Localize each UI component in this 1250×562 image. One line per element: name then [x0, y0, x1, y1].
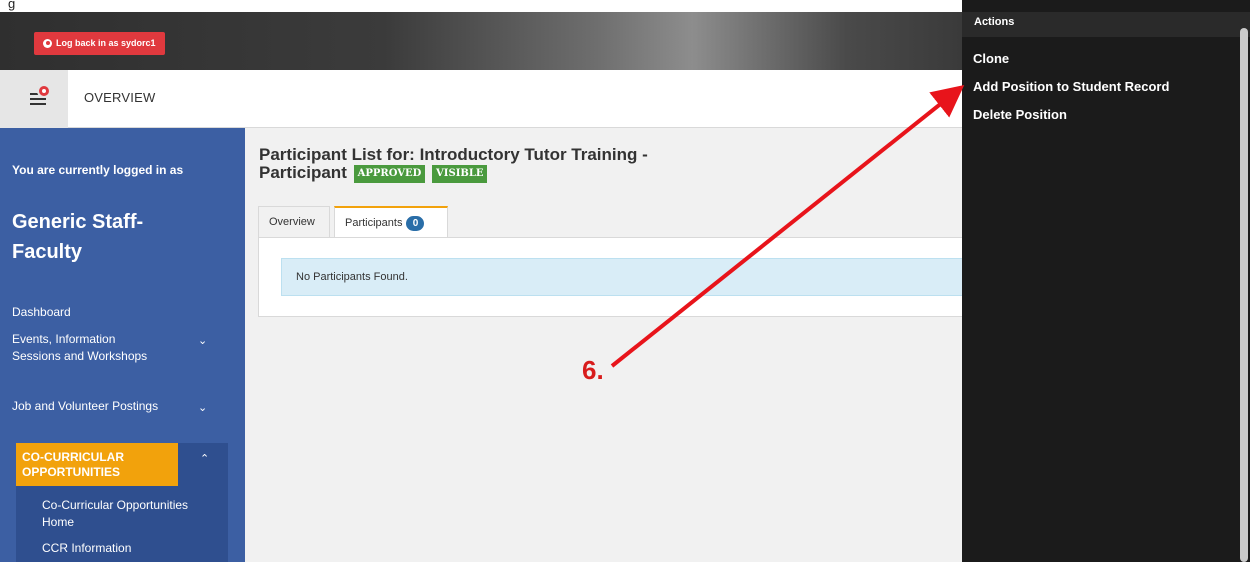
sidebar-section-co-curricular: CO-CURRICULAR OPPORTUNITIES ⌃ Co-Curricu… — [16, 443, 228, 562]
delete-position-action[interactable]: Delete Position — [973, 107, 1067, 122]
actions-panel: Actions Clone Add Position to Student Re… — [962, 0, 1250, 562]
sidebar-item-label: Job and Volunteer Postings — [12, 399, 159, 413]
chevron-down-icon: ⌄ — [198, 402, 208, 414]
top-banner: Log back in as sydorc1 — [0, 12, 962, 70]
sidebar-item-job-postings[interactable]: Job and Volunteer Postings ⌄ — [12, 398, 212, 415]
clipped-text: g — [8, 0, 16, 11]
page-title: Participant List for: Introductory Tutor… — [259, 146, 739, 183]
sidebar-subitem-co-curricular-home[interactable]: Co-Curricular Opportunities Home — [42, 497, 222, 531]
empty-state-alert: No Participants Found. — [281, 258, 963, 296]
sidebar-subitem-ccr-information[interactable]: CCR Information — [42, 540, 222, 557]
actions-header: Actions — [962, 12, 1250, 37]
tab-label: Participants — [345, 217, 403, 229]
sidebar-item-events[interactable]: Events, Information Sessions and Worksho… — [12, 331, 212, 365]
user-name: Generic Staff-Faculty — [12, 211, 144, 263]
notification-badge — [37, 84, 51, 98]
overview-link[interactable]: OVERVIEW — [84, 90, 155, 105]
chevron-up-icon: ⌃ — [200, 453, 210, 465]
sidebar: You are currently logged in as Generic S… — [0, 128, 245, 562]
log-back-in-label: Log back in as sydorc1 — [56, 38, 156, 48]
add-position-to-student-record-action[interactable]: Add Position to Student Record — [973, 79, 1169, 94]
participants-panel: No Participants Found. — [258, 237, 963, 317]
tab-participants[interactable]: Participants 0 — [334, 206, 448, 237]
sidebar-item-label: Events, Information Sessions and Worksho… — [12, 332, 148, 363]
user-icon — [43, 39, 52, 48]
status-badge-approved: APPROVED — [353, 164, 426, 183]
logged-in-text: You are currently logged in as — [12, 163, 184, 177]
tab-label: Overview — [269, 216, 315, 228]
status-badge-visible: VISIBLE — [432, 164, 488, 183]
clone-action[interactable]: Clone — [973, 51, 1009, 66]
scrollbar[interactable] — [1240, 28, 1248, 562]
sidebar-item-co-curricular[interactable]: CO-CURRICULAR OPPORTUNITIES — [16, 443, 178, 486]
participant-count-badge: 0 — [406, 215, 425, 231]
chevron-down-icon: ⌄ — [198, 335, 208, 347]
annotation-step-label: 6. — [582, 355, 604, 385]
actions-title: Actions — [974, 16, 1015, 28]
main-content: Participant List for: Introductory Tutor… — [245, 128, 963, 562]
sidebar-item-dashboard[interactable]: Dashboard — [12, 304, 212, 321]
sidebar-item-label: CO-CURRICULAR OPPORTUNITIES — [22, 450, 124, 479]
log-back-in-button[interactable]: Log back in as sydorc1 — [34, 32, 165, 55]
menu-button[interactable] — [0, 70, 68, 128]
header: OVERVIEW — [0, 70, 962, 128]
sidebar-item-label: Dashboard — [12, 305, 71, 319]
tab-overview[interactable]: Overview — [258, 206, 330, 237]
